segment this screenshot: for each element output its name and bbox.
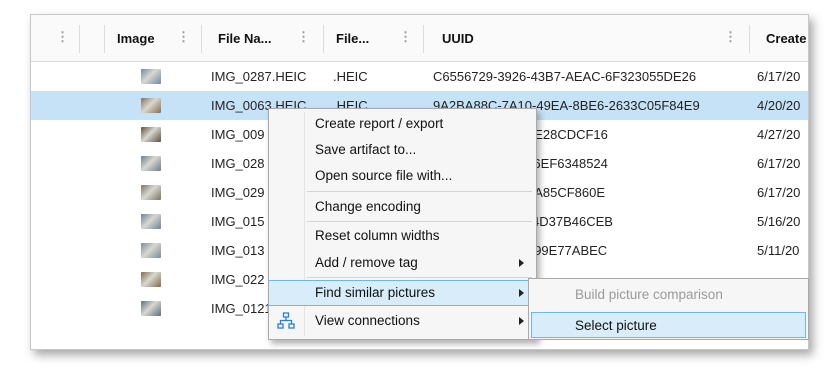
column-menu-icon[interactable]: ⋮ bbox=[177, 30, 190, 43]
image-thumbnail bbox=[141, 156, 161, 171]
submenu-item-select-picture[interactable]: Select picture bbox=[531, 312, 806, 338]
network-icon bbox=[277, 312, 295, 329]
menu-item-add-remove-tag[interactable]: Add / remove tag bbox=[269, 250, 536, 276]
column-header-image[interactable]: Image ⋮ bbox=[105, 15, 201, 61]
cell-file-name: IMG_029 bbox=[211, 185, 265, 200]
column-header-uuid[interactable]: UUID ⋮ bbox=[424, 15, 749, 61]
menu-separator bbox=[307, 191, 532, 192]
column-divider[interactable] bbox=[79, 25, 80, 53]
menu-item-label: Change encoding bbox=[315, 199, 421, 214]
column-header-created[interactable]: Create bbox=[750, 15, 808, 61]
cell-uuid: C6556729-3926-43B7-AEAC-6F323055DE26 bbox=[433, 69, 697, 84]
cell-file-name: IMG_028 bbox=[211, 156, 265, 171]
image-thumbnail bbox=[141, 127, 161, 142]
cell-file-name: IMG_0287.HEIC bbox=[211, 69, 307, 84]
submenu-arrow-icon bbox=[519, 289, 524, 297]
menu-item-label: Save artifact to... bbox=[315, 142, 417, 157]
cell-file-name: IMG_022 bbox=[211, 272, 265, 287]
cell-file-name: IMG_009 bbox=[211, 127, 265, 142]
cell-created: 6/17/20 bbox=[757, 185, 801, 200]
cell-file-ext: .HEIC bbox=[333, 69, 368, 84]
submenu-arrow-icon bbox=[519, 317, 524, 325]
menu-item-label: Open source file with... bbox=[315, 168, 453, 183]
column-header-file-name[interactable]: File Na... ⋮ bbox=[202, 15, 312, 61]
find-similar-submenu: Build picture comparison Select picture bbox=[528, 278, 809, 340]
image-thumbnail bbox=[141, 272, 161, 287]
column-menu-icon[interactable]: ⋮ bbox=[56, 30, 69, 43]
menu-item-reset-column-widths[interactable]: Reset column widths bbox=[269, 223, 536, 249]
column-menu-icon[interactable]: ⋮ bbox=[399, 30, 412, 43]
context-menu: Create report / export Save artifact to.… bbox=[268, 108, 537, 340]
cell-created: 6/17/20 bbox=[757, 69, 801, 84]
image-thumbnail bbox=[141, 301, 161, 316]
menu-separator bbox=[307, 221, 532, 222]
menu-item-view-connections[interactable]: View connections bbox=[269, 308, 536, 334]
submenu-item-label: Build picture comparison bbox=[575, 287, 723, 302]
menu-item-label: Add / remove tag bbox=[315, 255, 418, 270]
menu-item-open-source-file[interactable]: Open source file with... bbox=[269, 163, 536, 189]
menu-item-find-similar-pictures[interactable]: Find similar pictures bbox=[269, 280, 536, 306]
image-thumbnail bbox=[141, 69, 161, 84]
cell-created: 6/17/20 bbox=[757, 156, 801, 171]
menu-item-change-encoding[interactable]: Change encoding bbox=[269, 194, 536, 220]
column-menu-icon[interactable]: ⋮ bbox=[724, 30, 737, 43]
image-thumbnail bbox=[141, 98, 161, 113]
menu-item-label: Find similar pictures bbox=[315, 285, 436, 300]
cell-created: 4/20/20 bbox=[757, 98, 801, 113]
column-title: File Na... bbox=[218, 31, 272, 46]
menu-item-label: Create report / export bbox=[315, 116, 444, 131]
cell-created: 5/16/20 bbox=[757, 214, 801, 229]
image-thumbnail bbox=[141, 214, 161, 229]
column-title: Create bbox=[766, 31, 807, 46]
menu-separator bbox=[307, 277, 532, 278]
column-header-file-ext[interactable]: File... ⋮ bbox=[324, 15, 424, 61]
submenu-arrow-icon bbox=[519, 259, 524, 267]
column-title: UUID bbox=[442, 31, 474, 46]
menu-item-label: View connections bbox=[315, 313, 420, 328]
menu-item-label: Reset column widths bbox=[315, 228, 440, 243]
grid-header: ⋮ Image ⋮ File Na... ⋮ File... ⋮ UUID ⋮ … bbox=[31, 15, 808, 62]
image-thumbnail bbox=[141, 185, 161, 200]
cell-file-name: IMG_015 bbox=[211, 214, 265, 229]
table-row[interactable]: IMG_0287.HEIC .HEIC C6556729-3926-43B7-AEA… bbox=[31, 62, 808, 91]
menu-item-save-artifact[interactable]: Save artifact to... bbox=[269, 137, 536, 163]
column-title: File... bbox=[336, 31, 370, 46]
column-menu-icon[interactable]: ⋮ bbox=[297, 30, 310, 43]
cell-file-name: IMG_013 bbox=[211, 243, 265, 258]
menu-item-create-report[interactable]: Create report / export bbox=[269, 111, 536, 137]
cell-created: 5/11/20 bbox=[757, 243, 800, 258]
submenu-item-label: Select picture bbox=[575, 318, 657, 333]
cell-created: 4/27/20 bbox=[757, 127, 801, 142]
submenu-item-build-picture-comparison[interactable]: Build picture comparison bbox=[529, 281, 808, 309]
image-thumbnail bbox=[141, 243, 161, 258]
column-title: Image bbox=[117, 31, 155, 46]
